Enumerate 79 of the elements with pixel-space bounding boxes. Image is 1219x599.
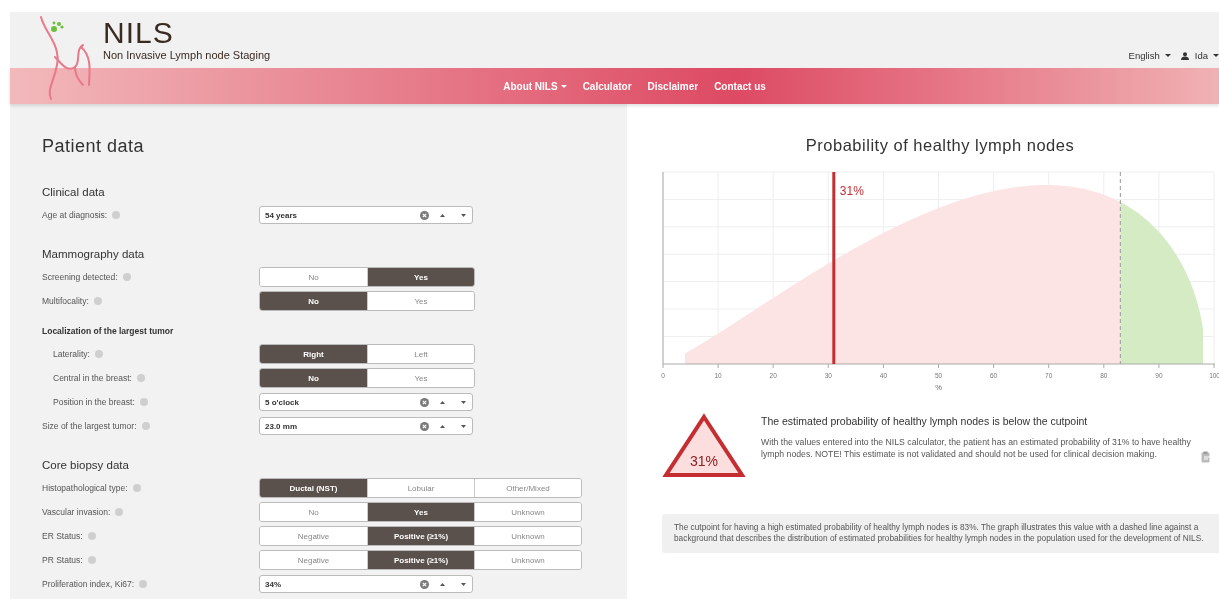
- field-label: Proliferation index, Ki67:: [42, 579, 135, 589]
- chart-title: Probability of healthy lymph nodes: [804, 135, 1076, 156]
- field-label: Vascular invasion:: [42, 507, 111, 517]
- number-field[interactable]: 54 years: [259, 206, 473, 224]
- clear-icon: [420, 210, 429, 220]
- toggle-option[interactable]: Unknown: [474, 503, 581, 521]
- clear-icon: [420, 397, 429, 407]
- clear-icon: [420, 579, 429, 589]
- nav-link[interactable]: Calculator: [582, 80, 632, 92]
- clipboard-icon: [1201, 451, 1211, 463]
- section-heading: Core biopsy data: [42, 458, 130, 473]
- field-label: Laterality:: [53, 349, 90, 359]
- site-subtitle: Non Invasive Lymph node Staging: [103, 49, 271, 61]
- nav-link[interactable]: Contact us: [714, 80, 766, 92]
- result-heading: The estimated probability of healthy lymph nodes is below the cutpoint: [761, 415, 1089, 427]
- info-icon: [139, 398, 148, 406]
- user-icon: [1180, 51, 1189, 60]
- number-field[interactable]: 23.0 mm: [259, 417, 473, 435]
- up-arrow-icon: [440, 424, 445, 428]
- up-arrow-icon: [440, 582, 445, 586]
- nav-link[interactable]: Disclaimer: [647, 80, 699, 92]
- info-icon: [139, 580, 148, 588]
- up-arrow-icon: [440, 400, 445, 404]
- info-icon: [87, 532, 96, 540]
- info-icon: [93, 297, 102, 305]
- field-label: Size of the largest tumor:: [42, 421, 137, 431]
- field-label: ER Status:: [42, 531, 83, 541]
- site-title: NILS: [103, 19, 175, 47]
- result-text: With the values entered into the NILS calculator, the patient has an estimated probability of 31% to have healthy lymph nodes. NOTE! This estimate is not validated and should not be used for clinical decision making.: [761, 437, 1191, 460]
- up-arrow-icon: [440, 213, 445, 217]
- info-icon: [132, 484, 141, 492]
- toggle-option[interactable]: Yes: [367, 268, 474, 286]
- info-icon: [87, 556, 96, 564]
- language-menu[interactable]: English: [1128, 50, 1171, 61]
- down-arrow-icon: [461, 400, 466, 404]
- number-field[interactable]: 34%: [259, 575, 473, 593]
- clear-icon: [420, 421, 429, 431]
- toggle-option[interactable]: Positive (≥1%): [367, 527, 474, 545]
- panel-title: Patient data: [42, 135, 146, 158]
- toggle-option[interactable]: No: [260, 292, 367, 310]
- toggle-option[interactable]: Left: [367, 345, 474, 363]
- number-field[interactable]: 5 o'clock: [259, 393, 473, 411]
- toggle-option[interactable]: Right: [260, 345, 367, 363]
- toggle-option[interactable]: Other/Mixed: [474, 479, 581, 497]
- field-label: Screening detected:: [42, 272, 118, 282]
- group-heading: Localization of the largest tumor: [42, 325, 175, 338]
- field-label: Central in the breast:: [53, 373, 132, 383]
- info-note: The cutpoint for having a high estimated probability of healthy lymph nodes is 83%. The graph illustrates this value with a dashed line against a background that describes the distribution of estimated probabilities for healthy lymph nodes in the population used for the development of NILS.: [662, 514, 1219, 553]
- section-heading: Clinical data: [42, 185, 106, 200]
- toggle-option[interactable]: Positive (≥1%): [367, 551, 474, 569]
- field-label: Histopathological type:: [42, 483, 128, 493]
- badge-value: 31%: [690, 453, 718, 469]
- caret-icon: [1213, 54, 1219, 57]
- info-icon: [141, 422, 150, 430]
- caret-icon: [560, 84, 567, 88]
- info-icon: [136, 374, 145, 382]
- down-arrow-icon: [461, 213, 466, 217]
- toggle-option[interactable]: Yes: [367, 292, 474, 310]
- info-icon: [112, 211, 121, 219]
- marker-label: 31%: [839, 184, 864, 198]
- user-menu[interactable]: Ida: [1180, 50, 1219, 61]
- info-icon: [94, 350, 103, 358]
- caret-icon: [1164, 54, 1171, 57]
- info-icon: [115, 508, 124, 516]
- toggle-option[interactable]: Yes: [367, 369, 474, 387]
- down-arrow-icon: [461, 582, 466, 586]
- field-label: Age at diagnosis:: [42, 210, 108, 220]
- toggle-option[interactable]: Ductal (NST): [260, 479, 367, 497]
- down-arrow-icon: [461, 424, 466, 428]
- nav-link[interactable]: About NILS: [503, 80, 567, 92]
- field-label: PR Status:: [42, 555, 83, 565]
- toggle-option[interactable]: Yes: [367, 503, 474, 521]
- info-icon: [122, 273, 131, 281]
- field-label: Position in the breast:: [53, 397, 135, 407]
- toggle-option[interactable]: Unknown: [474, 527, 581, 545]
- toggle-option[interactable]: No: [260, 369, 367, 387]
- toggle-option[interactable]: Unknown: [474, 551, 581, 569]
- section-heading: Mammography data: [42, 247, 146, 262]
- field-label: Multifocality:: [42, 296, 89, 306]
